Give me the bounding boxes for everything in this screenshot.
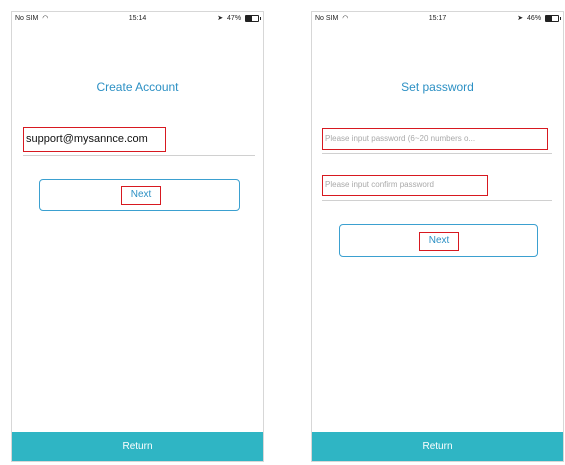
location-arrow-icon: ➤ [217, 15, 224, 22]
status-bar: No SIM ◠ 15:17 ➤ 46% [312, 12, 563, 26]
page-title: Create Account [96, 80, 179, 94]
confirm-password-field[interactable]: Please input confirm password [322, 175, 488, 196]
battery-percent: 46% [527, 15, 542, 22]
battery-icon [545, 14, 561, 22]
next-button-label: Next [121, 186, 161, 205]
return-button[interactable]: Return [312, 432, 563, 461]
next-button[interactable]: Next [39, 179, 240, 211]
next-button-label: Next [419, 232, 459, 251]
next-button[interactable]: Next [339, 224, 538, 257]
page-title: Set password [401, 80, 474, 94]
email-underline [23, 155, 255, 156]
set-password-screen: No SIM ◠ 15:17 ➤ 46% Set password Please… [311, 11, 564, 462]
confirm-underline [322, 200, 552, 201]
status-bar: No SIM ◠ 15:14 ➤ 47% [12, 12, 263, 26]
create-account-screen: No SIM ◠ 15:14 ➤ 47% Create Account supp… [11, 11, 264, 462]
battery-icon [245, 14, 261, 22]
password-field[interactable]: Please input password (6~20 numbers o... [322, 128, 548, 150]
location-arrow-icon: ➤ [517, 15, 524, 22]
battery-percent: 47% [227, 15, 242, 22]
password-underline [322, 153, 552, 154]
return-button[interactable]: Return [12, 432, 263, 461]
email-field[interactable]: support@mysannce.com [23, 127, 166, 152]
